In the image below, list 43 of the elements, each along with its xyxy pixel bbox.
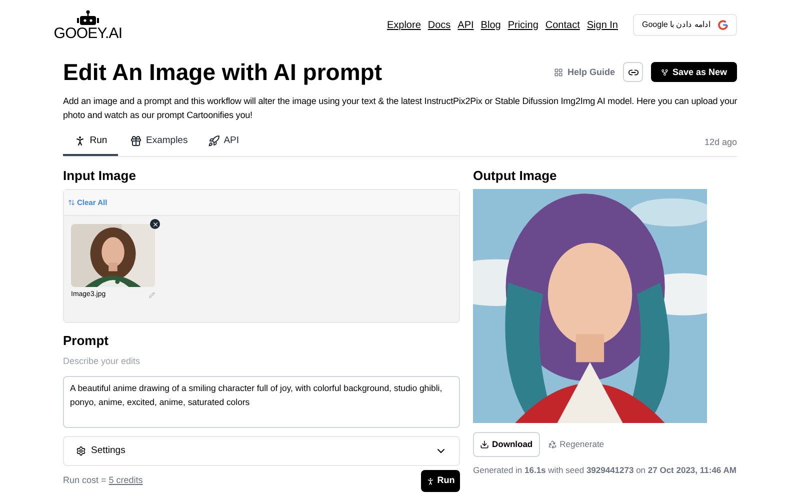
fork-icon bbox=[661, 68, 668, 77]
rocket-icon bbox=[208, 135, 220, 148]
recycle-icon bbox=[548, 440, 557, 449]
page-description: Add an image and a prompt and this workflow will alter the image using your text & the latest InstructPix2Pix or Stable Difussion Img2Img AI model. Here you can upload your photo and watch as our prompt Cartoonifies you! bbox=[63, 94, 738, 122]
generation-info: Generated in 16.1s with seed 3929441273 on 27 Oct 2023, 11:46 AM bbox=[473, 464, 737, 477]
prompt-hint: Describe your edits bbox=[63, 354, 142, 368]
grid-icon bbox=[554, 68, 564, 77]
close-icon bbox=[152, 220, 158, 228]
run-button[interactable]: Run bbox=[421, 470, 460, 492]
nav-link[interactable]: Contact bbox=[545, 18, 580, 32]
nav-link[interactable]: Docs bbox=[428, 18, 451, 32]
page-title: Edit An Image with AI prompt bbox=[63, 58, 382, 87]
help-guide-link[interactable]: Help Guide bbox=[554, 66, 615, 79]
credits-link[interactable]: 5 credits bbox=[108, 475, 143, 486]
download-button[interactable]: Download bbox=[473, 432, 540, 457]
tab[interactable]: API bbox=[200, 134, 248, 156]
logo-text: GOOEY.AI bbox=[54, 26, 122, 40]
tab[interactable]: Examples bbox=[122, 134, 196, 156]
input-image-heading: Input Image bbox=[63, 166, 137, 185]
nav-link[interactable]: Blog bbox=[480, 18, 501, 32]
run-cost-label: Run cost = bbox=[63, 475, 108, 486]
gear-icon bbox=[76, 446, 86, 456]
download-icon bbox=[480, 440, 489, 449]
remove-button[interactable] bbox=[150, 219, 160, 229]
nav-link[interactable]: Pricing bbox=[508, 18, 538, 32]
sort-icon bbox=[68, 199, 75, 206]
nav-link[interactable]: API bbox=[458, 18, 474, 32]
save-as-new-button[interactable]: Save as New bbox=[651, 62, 737, 82]
google-icon bbox=[718, 20, 728, 30]
pencil-icon bbox=[149, 292, 155, 298]
prompt-heading: Prompt bbox=[63, 332, 110, 350]
copy-link-button[interactable] bbox=[623, 62, 643, 82]
regenerate-button[interactable]: Regenerate bbox=[548, 438, 604, 451]
gift-icon bbox=[130, 135, 142, 148]
prompt-field[interactable]: A beautiful anime drawing of a smiling character full of joy, with colorful background, studio ghibli, ponyo, anime, excited, anime, saturated colors bbox=[63, 376, 460, 428]
output-image-heading: Output Image bbox=[473, 166, 558, 185]
tab[interactable]: Run bbox=[63, 134, 118, 156]
nav-link[interactable]: Explore bbox=[386, 18, 421, 32]
settings-accordion[interactable]: Settings bbox=[63, 436, 460, 466]
nav-link[interactable]: Sign In bbox=[586, 18, 618, 32]
google-sign-in-button[interactable]: ادامه دادن با Google bbox=[633, 14, 737, 36]
updated-time: 12d ago bbox=[704, 136, 737, 149]
robot-icon bbox=[77, 10, 99, 26]
